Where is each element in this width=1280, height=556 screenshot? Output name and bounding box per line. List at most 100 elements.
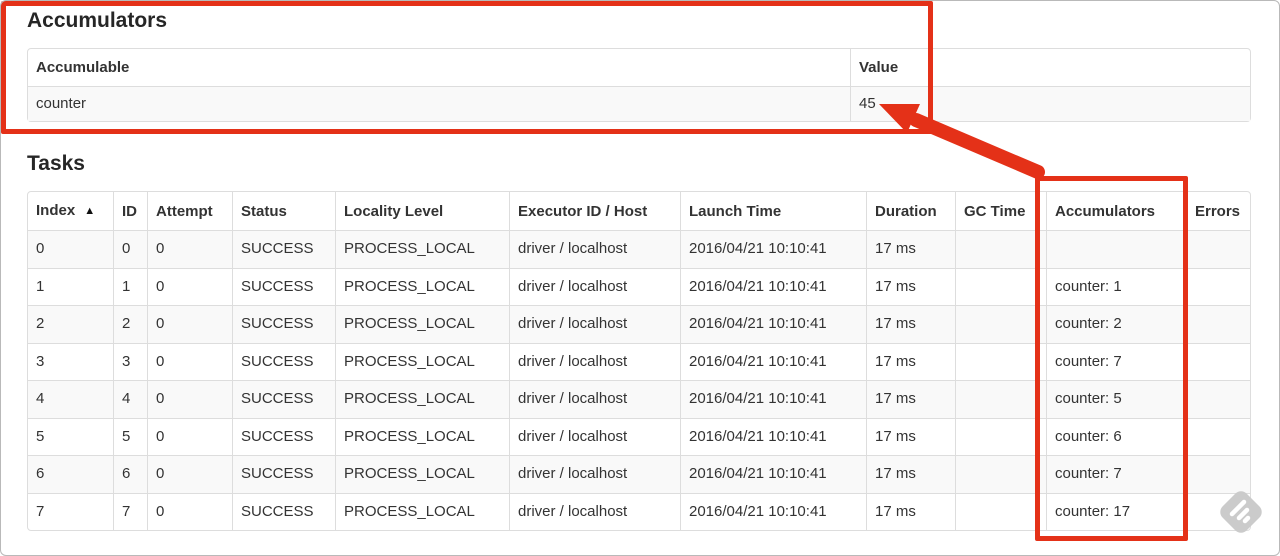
task-cell-attempt: 0 — [147, 230, 232, 268]
tasks-header-row: Index ▲ ID Attempt Status Locality Level … — [28, 192, 1250, 230]
accumulable-column-header[interactable]: Accumulable — [28, 49, 850, 86]
value-column-header[interactable]: Value — [850, 49, 1250, 86]
status-column-header[interactable]: Status — [232, 192, 335, 230]
task-row: 6 6 0 SUCCESS PROCESS_LOCAL driver / localhos… — [28, 455, 1250, 493]
task-cell-status: SUCCESS — [232, 230, 335, 268]
accumulable-name-cell: counter — [28, 86, 850, 121]
task-row: 0 0 0 SUCCESS PROCESS_LOCAL driver / localhos… — [28, 230, 1250, 268]
tasks-table-body: 0 0 0 SUCCESS PROCESS_LOCAL driver / localhos… — [28, 230, 1250, 530]
task-cell-attempt: 0 — [147, 492, 232, 530]
task-cell-errors — [1186, 417, 1250, 455]
task-cell-accumulators: counter: 2 — [1046, 305, 1186, 343]
task-cell-duration: 17 ms — [866, 380, 955, 418]
task-cell-status: SUCCESS — [232, 492, 335, 530]
accumulators-table: Accumulable Value counter 45 — [27, 48, 1251, 122]
task-cell-errors — [1186, 380, 1250, 418]
task-cell-id: 2 — [113, 305, 147, 343]
task-cell-status: SUCCESS — [232, 342, 335, 380]
task-cell-gc-time — [955, 492, 1046, 530]
errors-column-header[interactable]: Errors — [1186, 192, 1250, 230]
task-cell-accumulators: counter: 17 — [1046, 492, 1186, 530]
task-row: 1 1 0 SUCCESS PROCESS_LOCAL driver / localhos… — [28, 267, 1250, 306]
task-cell-gc-time — [955, 417, 1046, 455]
accumulators-header-row: Accumulable Value — [28, 49, 1250, 86]
accumulator-row: counter 45 — [28, 86, 1250, 121]
task-cell-duration: 17 ms — [866, 230, 955, 268]
task-cell-attempt: 0 — [147, 267, 232, 305]
attempt-column-header[interactable]: Attempt — [147, 192, 232, 230]
task-cell-locality-level: PROCESS_LOCAL — [335, 492, 509, 530]
tasks-table: Index ▲ ID Attempt Status Locality Level … — [27, 191, 1251, 531]
task-cell-status: SUCCESS — [232, 267, 335, 305]
sort-asc-icon: ▲ — [84, 205, 96, 217]
task-cell-index: 5 — [28, 417, 113, 456]
task-cell-accumulators — [1046, 230, 1186, 268]
accumulable-value-cell: 45 — [850, 86, 1250, 121]
task-cell-status: SUCCESS — [232, 305, 335, 343]
task-cell-accumulators: counter: 6 — [1046, 417, 1186, 455]
task-cell-errors — [1186, 230, 1250, 268]
task-cell-launch-time: 2016/04/21 10:10:41 — [680, 417, 866, 455]
task-cell-attempt: 0 — [147, 342, 232, 380]
page-content: Accumulators Accumulable Value counter 4… — [0, 0, 1280, 531]
task-cell-executor-id-host: driver / localhost — [509, 342, 680, 380]
task-row: 7 7 0 SUCCESS PROCESS_LOCAL driver / localhos… — [28, 492, 1250, 530]
task-cell-status: SUCCESS — [232, 455, 335, 493]
task-cell-launch-time: 2016/04/21 10:10:41 — [680, 305, 866, 343]
task-cell-id: 1 — [113, 267, 147, 305]
task-cell-errors — [1186, 305, 1250, 343]
task-row: 3 3 0 SUCCESS PROCESS_LOCAL driver / localhos… — [28, 342, 1250, 381]
task-cell-executor-id-host: driver / localhost — [509, 455, 680, 493]
task-cell-gc-time — [955, 267, 1046, 305]
locality-level-column-header[interactable]: Locality Level — [335, 192, 509, 230]
task-cell-index: 6 — [28, 455, 113, 493]
index-header-label: Index — [36, 202, 76, 219]
task-cell-id: 3 — [113, 342, 147, 380]
task-cell-executor-id-host: driver / localhost — [509, 380, 680, 418]
task-cell-launch-time: 2016/04/21 10:10:41 — [680, 230, 866, 268]
task-cell-locality-level: PROCESS_LOCAL — [335, 305, 509, 343]
task-cell-id: 5 — [113, 417, 147, 455]
watermark-logo-icon — [1220, 491, 1262, 533]
executor-id-host-column-header[interactable]: Executor ID / Host — [509, 192, 680, 230]
task-cell-launch-time: 2016/04/21 10:10:41 — [680, 267, 866, 305]
task-cell-duration: 17 ms — [866, 455, 955, 493]
task-cell-accumulators: counter: 7 — [1046, 455, 1186, 493]
task-cell-gc-time — [955, 305, 1046, 343]
task-cell-executor-id-host: driver / localhost — [509, 230, 680, 268]
index-column-header[interactable]: Index ▲ — [28, 192, 113, 230]
task-cell-locality-level: PROCESS_LOCAL — [335, 230, 509, 268]
task-cell-executor-id-host: driver / localhost — [509, 492, 680, 530]
task-cell-attempt: 0 — [147, 455, 232, 493]
task-cell-id: 4 — [113, 380, 147, 418]
accumulators-column-header[interactable]: Accumulators — [1046, 192, 1186, 230]
task-cell-index: 1 — [28, 267, 113, 306]
task-row: 5 5 0 SUCCESS PROCESS_LOCAL driver / localhos… — [28, 417, 1250, 456]
task-row: 4 4 0 SUCCESS PROCESS_LOCAL driver / localhos… — [28, 380, 1250, 418]
id-column-header[interactable]: ID — [113, 192, 147, 230]
task-cell-errors — [1186, 342, 1250, 380]
accumulators-heading: Accumulators — [27, 9, 168, 32]
task-cell-status: SUCCESS — [232, 380, 335, 418]
task-cell-launch-time: 2016/04/21 10:10:41 — [680, 380, 866, 418]
task-cell-locality-level: PROCESS_LOCAL — [335, 455, 509, 493]
task-cell-launch-time: 2016/04/21 10:10:41 — [680, 342, 866, 380]
task-cell-index: 4 — [28, 380, 113, 418]
gc-time-column-header[interactable]: GC Time — [955, 192, 1046, 230]
task-cell-locality-level: PROCESS_LOCAL — [335, 342, 509, 380]
task-cell-gc-time — [955, 342, 1046, 380]
duration-column-header[interactable]: Duration — [866, 192, 955, 230]
task-cell-errors — [1186, 267, 1250, 305]
launch-time-column-header[interactable]: Launch Time — [680, 192, 866, 230]
task-row: 2 2 0 SUCCESS PROCESS_LOCAL driver / localhos… — [28, 305, 1250, 343]
task-cell-attempt: 0 — [147, 380, 232, 418]
task-cell-gc-time — [955, 230, 1046, 268]
task-cell-executor-id-host: driver / localhost — [509, 305, 680, 343]
task-cell-locality-level: PROCESS_LOCAL — [335, 380, 509, 418]
task-cell-launch-time: 2016/04/21 10:10:41 — [680, 492, 866, 530]
task-cell-duration: 17 ms — [866, 492, 955, 530]
task-cell-duration: 17 ms — [866, 417, 955, 455]
task-cell-index: 3 — [28, 342, 113, 381]
task-cell-gc-time — [955, 380, 1046, 418]
task-cell-gc-time — [955, 455, 1046, 493]
